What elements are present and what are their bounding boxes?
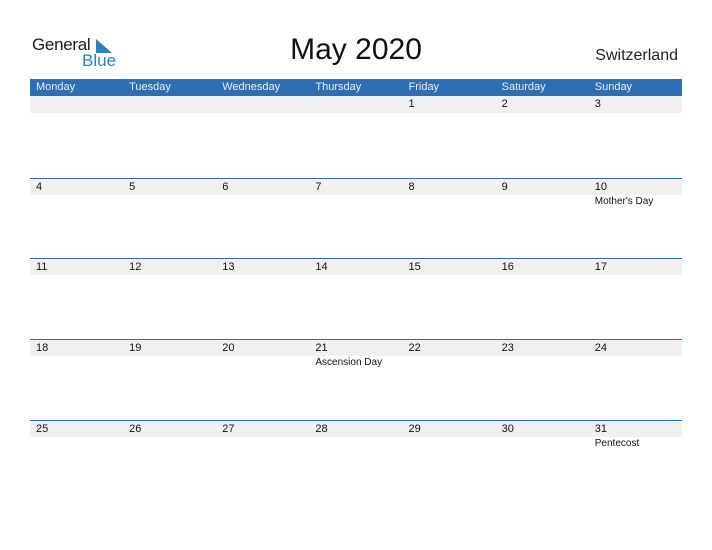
weekday-friday: Friday: [408, 81, 440, 93]
weekday-thursday: Thursday: [315, 81, 362, 93]
day-number: 22: [402, 339, 496, 356]
weekday-sunday: Sunday: [594, 81, 633, 93]
day-number: 20: [216, 339, 310, 356]
day-number: 16: [495, 258, 589, 275]
day-cell: 8: [402, 178, 496, 207]
day-number: [309, 96, 403, 113]
day-number: 29: [402, 420, 496, 437]
day-cell: 2: [495, 96, 589, 113]
day-number: 31: [588, 420, 682, 437]
week-row: 18 19 20 21 Ascension Day 22 23 24: [30, 339, 682, 368]
day-cell: 26: [123, 420, 217, 449]
day-number: 12: [123, 258, 217, 275]
day-cell: 19: [123, 339, 217, 368]
day-cell: 23: [495, 339, 589, 368]
day-number: 24: [588, 339, 682, 356]
day-number: 8: [402, 178, 496, 195]
day-number: 6: [216, 178, 310, 195]
day-cell: 10 Mother's Day: [588, 178, 682, 207]
day-cell: 30: [495, 420, 589, 449]
weekday-saturday: Saturday: [501, 81, 546, 93]
day-cell: [309, 96, 403, 113]
day-number: 9: [495, 178, 589, 195]
day-number: 26: [123, 420, 217, 437]
day-cell: [216, 96, 310, 113]
week-row: 4 5 6 7 8 9 10 Mother's Day: [30, 178, 682, 207]
day-cell: 14: [309, 258, 403, 275]
day-cell: 11: [30, 258, 124, 275]
day-cell: 21 Ascension Day: [309, 339, 403, 368]
day-cell: 5: [123, 178, 217, 207]
day-cell: 1: [402, 96, 496, 113]
day-number: [216, 96, 310, 113]
day-number: 14: [309, 258, 403, 275]
weekday-wednesday: Wednesday: [222, 81, 281, 93]
day-cell: 22: [402, 339, 496, 368]
day-number: 17: [588, 258, 682, 275]
day-number: 23: [495, 339, 589, 356]
day-number: 13: [216, 258, 310, 275]
day-cell: 31 Pentecost: [588, 420, 682, 449]
day-cell: 4: [30, 178, 124, 207]
day-cell: 12: [123, 258, 217, 275]
day-number: 10: [588, 178, 682, 195]
day-cell: 15: [402, 258, 496, 275]
day-cell: 24: [588, 339, 682, 368]
holiday-label: Mother's Day: [594, 196, 654, 207]
day-cell: 3: [588, 96, 682, 113]
day-number: 5: [123, 178, 217, 195]
day-number: 3: [588, 96, 682, 113]
day-cell: 28: [309, 420, 403, 449]
day-number: 11: [30, 258, 124, 275]
weekday-monday: Monday: [36, 81, 76, 93]
day-cell: [30, 96, 124, 113]
country-label: Switzerland: [595, 47, 678, 64]
day-cell: 6: [216, 178, 310, 207]
day-number: 1: [402, 96, 496, 113]
day-cell: 16: [495, 258, 589, 275]
day-cell: 9: [495, 178, 589, 207]
week-row: 25 26 27 28 29 30 31 Pentecost: [30, 420, 682, 449]
day-cell: 7: [309, 178, 403, 207]
day-number: 27: [216, 420, 310, 437]
day-cell: 18: [30, 339, 124, 368]
day-number: [123, 96, 217, 113]
day-number: 19: [123, 339, 217, 356]
day-number: 2: [495, 96, 589, 113]
day-cell: [123, 96, 217, 113]
day-number: 21: [309, 339, 403, 356]
day-cell: 20: [216, 339, 310, 368]
day-cell: 25: [30, 420, 124, 449]
week-row: 123: [30, 96, 682, 113]
day-number: 7: [309, 178, 403, 195]
day-number: 28: [309, 420, 403, 437]
day-number: 4: [30, 178, 124, 195]
day-number: 25: [30, 420, 124, 437]
weekday-tuesday: Tuesday: [129, 81, 171, 93]
day-cell: 27: [216, 420, 310, 449]
holiday-label: Pentecost: [594, 438, 640, 449]
day-number: 18: [30, 339, 124, 356]
week-row: 11 12 13 14 15 16 17: [30, 258, 682, 275]
day-cell: 13: [216, 258, 310, 275]
day-number: 30: [495, 420, 589, 437]
day-cell: 29: [402, 420, 496, 449]
day-number: 15: [402, 258, 496, 275]
day-cell: 17: [588, 258, 682, 275]
day-number: [30, 96, 124, 113]
holiday-label: Ascension Day: [315, 357, 383, 368]
weekday-header: Monday Tuesday Wednesday Thursday Friday Satu…: [30, 79, 682, 96]
